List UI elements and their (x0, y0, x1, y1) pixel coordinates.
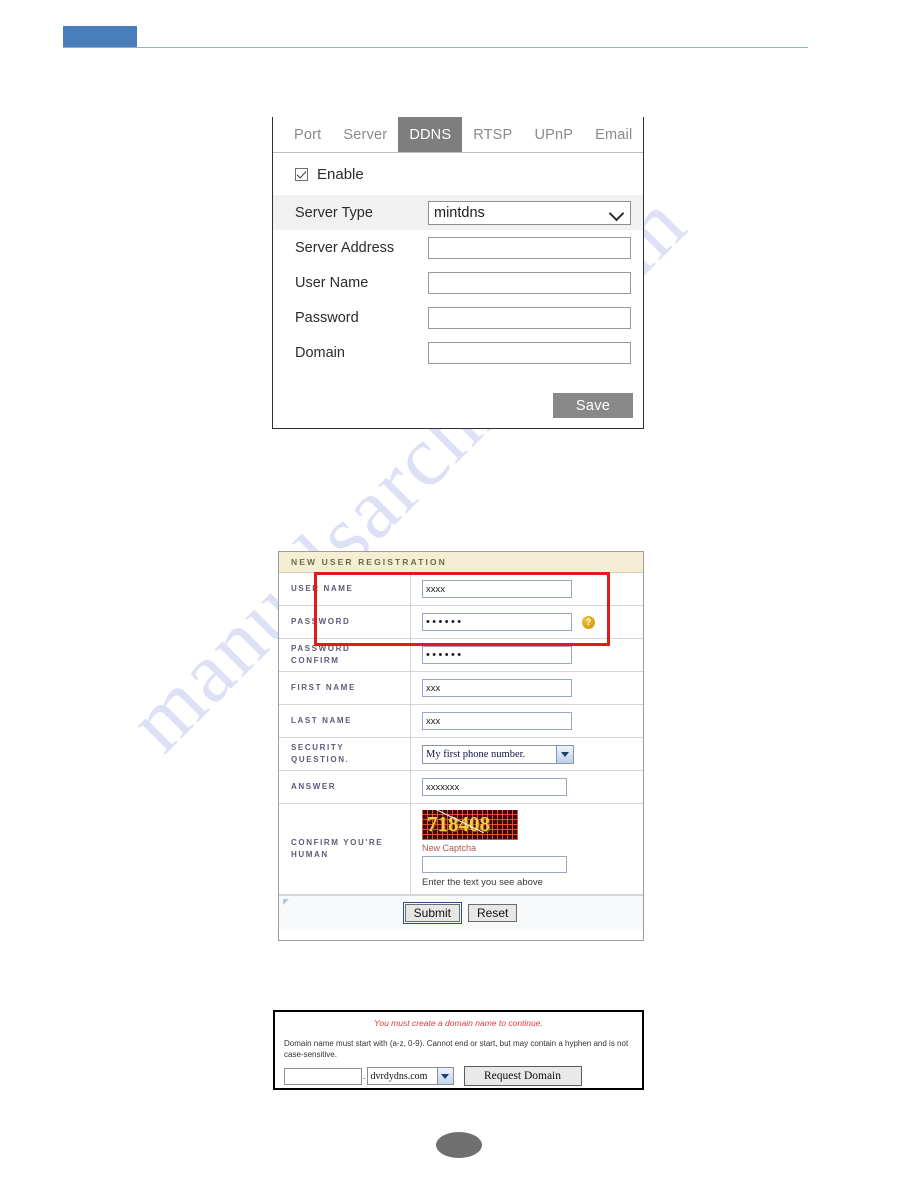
captcha-label-line2: HUMAN (291, 850, 329, 859)
submit-button[interactable]: Submit (402, 902, 463, 924)
registration-first-name-input[interactable] (422, 679, 572, 697)
registration-row-first-name: FIRST NAME (279, 672, 643, 705)
security-question-label: SECURITY QUESTION. (279, 738, 411, 770)
security-question-field-cell: My first phone number. (411, 744, 643, 764)
server-type-select[interactable]: mintdns (428, 200, 631, 225)
reset-button[interactable]: Reset (468, 904, 518, 922)
captcha-image: 718408 (422, 810, 518, 840)
registration-row-answer: ANSWER (279, 771, 643, 804)
header-color-swatch (63, 26, 137, 48)
registration-row-password: PASSWORD ? (279, 606, 643, 639)
tab-port[interactable]: Port (283, 117, 332, 152)
server-type-row: Server Type mintdns (273, 195, 643, 230)
registration-title: NEW USER REGISTRATION (279, 552, 643, 573)
password-confirm-label-line1: PASSWORD (291, 644, 351, 653)
page-header (0, 0, 918, 60)
user-name-row: User Name (273, 265, 643, 300)
security-question-label-line1: SECURITY (291, 743, 345, 752)
password-label: PASSWORD (279, 606, 411, 638)
registration-password-input[interactable] (422, 613, 572, 631)
password-row: Password (273, 300, 643, 335)
security-question-value: My first phone number. (426, 748, 526, 760)
answer-field-cell (411, 778, 643, 796)
password-label: Password (295, 309, 359, 326)
header-divider (63, 47, 808, 48)
enable-label: Enable (317, 165, 364, 183)
registration-row-password-confirm: PASSWORD CONFIRM (279, 639, 643, 672)
domain-suffix-select[interactable]: dvrdydns.com (366, 1067, 454, 1085)
tab-server[interactable]: Server (332, 117, 398, 152)
captcha-label: CONFIRM YOU'RE HUMAN (279, 804, 411, 894)
ddns-save-area: Save (553, 393, 633, 418)
registration-answer-input[interactable] (422, 778, 567, 796)
domain-dot-separator: . (363, 1071, 366, 1081)
ddns-settings-panel: Port Server DDNS RTSP UPnP Email Enable … (272, 117, 644, 429)
answer-label: ANSWER (279, 771, 411, 803)
domain-controls: . dvrdydns.com Request Domain (284, 1066, 633, 1086)
domain-input[interactable] (428, 341, 631, 364)
last-name-label: LAST NAME (279, 705, 411, 737)
ddns-enable-row: Enable (273, 153, 643, 195)
registration-actions: Submit Reset (279, 895, 643, 930)
registration-row-user-name: USER NAME (279, 573, 643, 606)
tab-ddns[interactable]: DDNS (398, 117, 463, 152)
user-name-input[interactable] (428, 271, 631, 294)
domain-name-input[interactable] (284, 1067, 362, 1085)
request-domain-button[interactable]: Request Domain (463, 1066, 582, 1086)
server-type-value: mintdns (434, 204, 485, 221)
registration-row-security-question: SECURITY QUESTION. My first phone number… (279, 738, 643, 771)
password-confirm-label-line2: CONFIRM (291, 656, 340, 665)
chevron-down-icon (608, 205, 625, 221)
domain-request-panel: You must create a domain name to continu… (273, 1010, 644, 1090)
server-address-input[interactable] (428, 236, 631, 259)
registration-row-last-name: LAST NAME (279, 705, 643, 738)
user-name-label: USER NAME (279, 573, 411, 605)
captcha-hint: Enter the text you see above (422, 877, 543, 888)
enable-checkbox[interactable] (295, 167, 308, 181)
ddns-tab-bar: Port Server DDNS RTSP UPnP Email (273, 117, 643, 153)
security-question-select[interactable]: My first phone number. (422, 744, 574, 764)
question-mark-icon[interactable]: ? (582, 615, 595, 629)
new-user-registration-panel: NEW USER REGISTRATION USER NAME PASSWORD… (278, 551, 644, 941)
password-confirm-field-cell (411, 646, 643, 664)
tab-email[interactable]: Email (584, 117, 643, 152)
captcha-input[interactable] (422, 856, 567, 873)
page-number-badge (436, 1132, 482, 1158)
save-button[interactable]: Save (553, 393, 633, 418)
page-footer (0, 1132, 918, 1158)
tab-rtsp[interactable]: RTSP (462, 117, 523, 152)
first-name-field-cell (411, 679, 643, 697)
server-address-row: Server Address (273, 230, 643, 265)
captcha-label-line1: CONFIRM YOU'RE (291, 838, 384, 847)
registration-row-captcha: CONFIRM YOU'RE HUMAN 718408 New Captcha … (279, 804, 643, 895)
server-address-label: Server Address (295, 239, 395, 256)
first-name-label: FIRST NAME (279, 672, 411, 704)
tab-upnp[interactable]: UPnP (523, 117, 584, 152)
password-confirm-label: PASSWORD CONFIRM (279, 639, 411, 671)
server-type-label: Server Type (295, 204, 373, 221)
chevron-down-icon (436, 1068, 453, 1084)
password-field-cell: ? (411, 613, 643, 631)
password-input[interactable] (428, 306, 631, 329)
domain-rule-text: Domain name must start with (a-z, 0-9). … (284, 1039, 629, 1059)
domain-label: Domain (295, 344, 345, 361)
domain-suffix-value: dvrdydns.com (370, 1070, 428, 1082)
registration-password-confirm-input[interactable] (422, 646, 572, 664)
last-name-field-cell (411, 712, 643, 730)
ddns-form: Enable Server Type mintdns Server Addres… (273, 153, 643, 370)
captcha-field-cell: 718408 New Captcha Enter the text you se… (411, 804, 643, 894)
registration-user-name-input[interactable] (422, 580, 572, 598)
new-captcha-link[interactable]: New Captcha (422, 843, 476, 853)
security-question-label-line2: QUESTION. (291, 755, 350, 764)
user-name-label: User Name (295, 274, 369, 291)
user-name-field-cell (411, 580, 643, 598)
chevron-down-icon (556, 745, 573, 763)
domain-row: Domain (273, 335, 643, 370)
domain-warning-text: You must create a domain name to continu… (374, 1018, 543, 1028)
registration-last-name-input[interactable] (422, 712, 572, 730)
